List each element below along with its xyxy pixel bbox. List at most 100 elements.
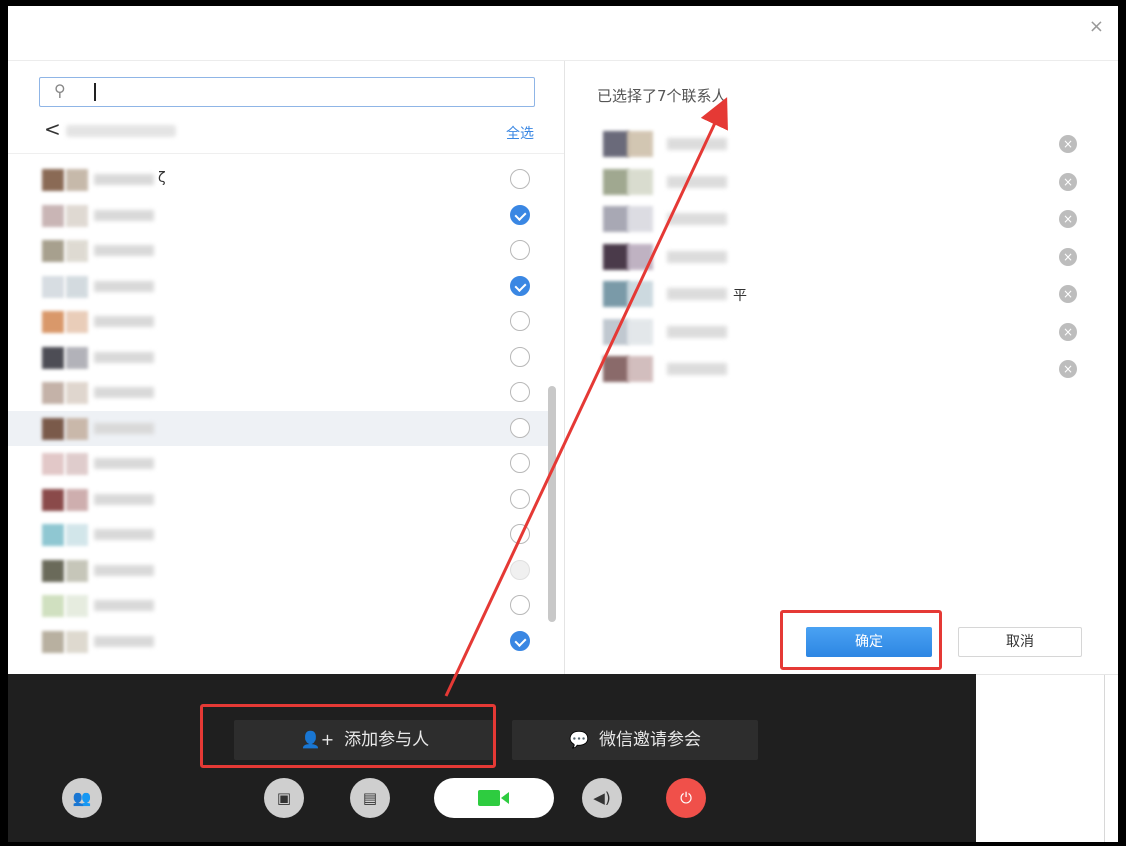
back-icon[interactable]: < (44, 119, 61, 139)
avatar (66, 453, 88, 475)
add-participant-dialog: × ⚲ < 全选 ζ 已选择了7个联系人 × × × × 平 × × × 确定 取消 (8, 6, 1118, 675)
contact-name (94, 316, 154, 327)
contact-name-text: 平 (733, 288, 747, 304)
contact-row[interactable] (8, 588, 548, 623)
contact-row[interactable] (8, 375, 548, 410)
close-icon[interactable]: × (1089, 18, 1104, 36)
remove-icon[interactable]: × (1059, 360, 1077, 378)
avatar (42, 346, 64, 369)
avatar (42, 488, 64, 511)
contact-row[interactable] (8, 446, 548, 481)
checkbox[interactable] (510, 382, 530, 402)
avatar (42, 630, 64, 653)
contact-name (94, 280, 154, 292)
checkbox[interactable] (510, 346, 530, 367)
avatar (42, 559, 64, 582)
remove-icon[interactable]: × (1059, 172, 1077, 191)
checkbox-checked[interactable] (510, 630, 530, 651)
avatar (42, 169, 64, 191)
avatar (42, 524, 64, 546)
checkbox-checked[interactable] (510, 275, 530, 296)
contact-row[interactable] (8, 340, 548, 375)
avatar (66, 417, 88, 440)
selected-contact-row: × (597, 165, 1117, 201)
contact-row[interactable] (8, 553, 548, 588)
contact-row[interactable] (8, 410, 548, 446)
cancel-button[interactable]: 取消 (958, 627, 1082, 657)
avatar (627, 281, 653, 307)
avatar (42, 382, 64, 404)
avatar (42, 595, 64, 617)
checkbox (510, 559, 530, 580)
contact-row[interactable] (8, 517, 548, 552)
contact-name-text: ζ (158, 170, 166, 186)
search-input[interactable]: ⚲ (39, 77, 535, 107)
checkbox[interactable] (510, 453, 530, 473)
contact-name (667, 288, 727, 300)
contact-row[interactable] (8, 624, 548, 659)
checkbox[interactable] (510, 169, 530, 189)
avatar (603, 243, 629, 270)
annotation-box-add-participant (200, 704, 496, 768)
avatar (66, 204, 88, 227)
participants-button[interactable]: 👥 (62, 778, 102, 818)
wechat-invite-button[interactable]: 💬 微信邀请参会 (512, 720, 758, 760)
contact-name (94, 209, 154, 221)
share-file-button[interactable]: ▤ (350, 778, 390, 818)
remove-icon[interactable]: × (1059, 285, 1077, 303)
contact-name (667, 138, 727, 150)
avatar (603, 206, 629, 232)
contact-row[interactable] (8, 233, 548, 268)
avatar (627, 206, 653, 232)
contact-name (94, 174, 154, 185)
contact-row[interactable] (8, 304, 548, 339)
contact-row[interactable] (8, 269, 548, 304)
remove-icon[interactable]: × (1059, 135, 1077, 153)
avatar (627, 243, 653, 270)
checkbox[interactable] (510, 524, 530, 544)
selected-contacts-pane: 已选择了7个联系人 × × × × 平 × × × 确定 取消 (565, 61, 1118, 674)
contact-name (94, 564, 154, 576)
avatar (42, 204, 64, 227)
selected-count-label: 已选择了7个联系人 (597, 87, 727, 105)
checkbox[interactable] (510, 240, 530, 260)
share-screen-button[interactable]: ▣ (264, 778, 304, 818)
contact-row[interactable] (8, 198, 548, 233)
avatar (66, 311, 88, 333)
avatar (603, 281, 629, 307)
contact-name (94, 387, 154, 398)
avatar (603, 318, 629, 345)
remove-icon[interactable]: × (1059, 247, 1077, 266)
checkbox[interactable] (510, 311, 530, 331)
wechat-invite-label: 微信邀请参会 (598, 730, 701, 750)
video-camera-icon (478, 790, 500, 806)
contact-name (667, 213, 727, 225)
share-file-icon: ▤ (362, 789, 378, 807)
checkbox[interactable] (510, 595, 530, 615)
participants-icon: 👥 (72, 789, 92, 807)
checkbox[interactable] (510, 488, 530, 509)
avatar (66, 488, 88, 511)
avatar (42, 453, 64, 475)
contact-list: ζ (8, 154, 564, 674)
avatar (66, 595, 88, 617)
checkbox-checked[interactable] (510, 204, 530, 225)
video-toggle-button[interactable] (434, 778, 554, 818)
scrollbar[interactable] (548, 386, 556, 622)
select-all-button[interactable]: 全选 (506, 123, 534, 143)
contact-name (667, 175, 727, 188)
speaker-button[interactable]: ◀) (582, 778, 622, 818)
contact-row[interactable]: ζ (8, 162, 548, 197)
annotation-box-confirm (780, 610, 942, 670)
contact-name (94, 245, 154, 256)
contact-name (94, 422, 154, 434)
contact-name (94, 351, 154, 363)
remove-icon[interactable]: × (1059, 322, 1077, 341)
video-camera-lens (501, 792, 509, 804)
contact-row[interactable] (8, 482, 548, 517)
remove-icon[interactable]: × (1059, 210, 1077, 228)
hangup-button[interactable]: ⏻ (666, 778, 706, 818)
checkbox[interactable] (510, 417, 530, 438)
text-caret (94, 83, 96, 101)
selected-contact-row: × (597, 127, 1117, 163)
